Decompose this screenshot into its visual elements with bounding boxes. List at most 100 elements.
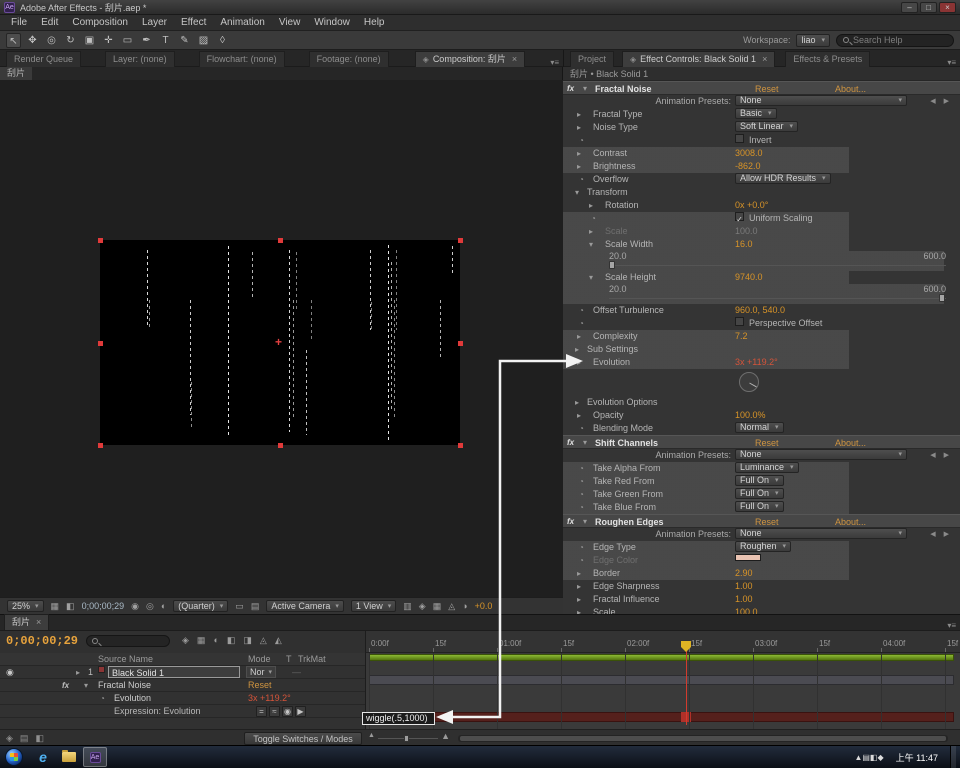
left-tab-footage-none[interactable]: Footage: (none) (309, 51, 389, 67)
expand-in-out-icon[interactable]: ◧ (35, 733, 44, 744)
unified-camera-tool[interactable]: ▣ (82, 33, 97, 48)
region-of-interest-icon[interactable]: ▭ (235, 601, 244, 612)
property-border[interactable]: ▸Border2.90 (563, 567, 960, 580)
tray-language-icon[interactable]: ▤ (862, 753, 870, 762)
value-border[interactable]: 2.90 (735, 567, 753, 580)
brush-tool[interactable]: ✎ (177, 33, 192, 48)
menu-effect[interactable]: Effect (174, 15, 213, 30)
property-noise-type[interactable]: ▸Noise TypeSoft Linear▾ (563, 121, 960, 134)
property-fractal-influence[interactable]: ▸Fractal Influence1.00 (563, 593, 960, 606)
value-contrast[interactable]: 3008.0 (735, 147, 763, 160)
dropdown-noise-type[interactable]: Soft Linear▾ (735, 121, 798, 132)
slider-thumb[interactable] (609, 261, 615, 269)
panel-menu-icon[interactable]: ▾≡ (947, 58, 956, 67)
resolution-dropdown[interactable]: (Quarter)▾ (173, 600, 228, 612)
selection-handle[interactable] (98, 238, 103, 243)
panel-menu-icon[interactable]: ▾≡ (550, 58, 559, 67)
zoom-thumb[interactable] (404, 735, 409, 742)
property-scale[interactable]: ▸Scale100.0 (563, 606, 960, 614)
magnification-dropdown[interactable]: 25%▾ (7, 600, 44, 612)
property-sub-settings[interactable]: ▸Sub Settings (563, 343, 960, 356)
fast-preview-icon[interactable]: ◈ (419, 601, 426, 612)
type-tool[interactable]: T (158, 33, 173, 48)
scrollbar-thumb[interactable] (460, 736, 946, 741)
stopwatch-icon[interactable]: ◔ (100, 692, 105, 705)
fx-icon[interactable]: fx (567, 515, 574, 529)
menu-file[interactable]: File (4, 15, 34, 30)
property-overflow[interactable]: ◔OverflowAllow HDR Results▾ (563, 173, 960, 186)
expression-field[interactable]: wiggle(.5,1000) (362, 712, 435, 725)
twirl-icon[interactable]: ▾ (583, 436, 587, 450)
enable-expression-icon[interactable]: = (256, 706, 267, 717)
anchor-point[interactable]: + (275, 335, 282, 349)
horizontal-scrollbar[interactable] (458, 735, 948, 742)
timeline-graph-area[interactable] (365, 653, 960, 729)
pixel-aspect-correction-icon[interactable]: ▥ (403, 601, 412, 612)
show-snapshot-icon[interactable]: ◎ (146, 601, 154, 612)
dropdown-take-blue-from[interactable]: Full On▾ (735, 501, 784, 512)
comp-flowchart-icon[interactable]: ◬ (448, 601, 455, 612)
tray-network-icon[interactable]: ◆ (877, 753, 883, 762)
value-offset-turbulence[interactable]: 960.0, 540.0 (735, 304, 785, 317)
twirl-icon[interactable]: ▾ (589, 271, 593, 284)
live-update-icon[interactable]: ▦ (197, 635, 206, 646)
reset-button[interactable]: Reset (248, 679, 272, 692)
grid-options-icon[interactable]: ▦ (51, 601, 60, 612)
layer-name[interactable]: Black Solid 1 (108, 666, 240, 678)
twirl-icon[interactable]: ▸ (589, 225, 593, 238)
property-uniform-scaling[interactable]: ◔✓Uniform Scaling (563, 212, 960, 225)
menu-composition[interactable]: Composition (65, 15, 135, 30)
comp-mini-flowchart-icon[interactable]: ◈ (182, 635, 189, 646)
selection-handle[interactable] (458, 238, 463, 243)
comp-name-tab[interactable]: 刮片 (0, 67, 32, 80)
close-icon[interactable]: × (36, 615, 41, 630)
time-ruler[interactable]: 0:00f15f01:00f15f02:00f15f03:00f15f04:00… (365, 631, 960, 653)
property-name[interactable]: Evolution (114, 692, 151, 705)
twirl-icon[interactable]: ▾ (583, 82, 587, 96)
twirl-icon[interactable]: ▸ (577, 147, 581, 160)
close-icon[interactable]: × (512, 52, 517, 67)
column-mode[interactable]: Mode (248, 653, 271, 666)
twirl-icon[interactable]: ▸ (577, 330, 581, 343)
zoom-out-icon[interactable]: ▲ (368, 732, 375, 739)
stopwatch-icon[interactable]: ◔ (579, 501, 584, 514)
search-help-input[interactable]: Search Help (836, 34, 954, 47)
timeline-tab[interactable]: 刮片 × (4, 614, 49, 630)
timeline-button-icon[interactable]: ▦ (433, 601, 442, 612)
property-scale-height[interactable]: ▾Scale Height9740.0 (563, 271, 960, 284)
checkbox-perspective-offset[interactable] (735, 317, 744, 326)
graph-editor-icon[interactable]: ◭ (275, 635, 282, 646)
camera-dropdown[interactable]: Active Camera▾ (266, 600, 344, 612)
expression-menu-icon[interactable]: ▶ (295, 706, 306, 717)
property-complexity[interactable]: ▸Complexity7.2 (563, 330, 960, 343)
dropdown-take-green-from[interactable]: Full On▾ (735, 488, 784, 499)
twirl-icon[interactable]: ▸ (577, 121, 581, 134)
dropdown-take-red-from[interactable]: Full On▾ (735, 475, 784, 486)
hide-shy-layers-icon[interactable]: ◧ (227, 635, 236, 646)
dropdown-edge-type[interactable]: Roughen▾ (735, 541, 791, 552)
value-scale-width[interactable]: 16.0 (735, 238, 753, 251)
left-tab-flowchart-none[interactable]: Flowchart: (none) (199, 51, 285, 67)
timeline-zoom-slider[interactable]: ▲ ▲ (368, 734, 450, 743)
stopwatch-icon[interactable]: ◔ (579, 554, 584, 567)
selection-handle[interactable] (98, 341, 103, 346)
selection-tool[interactable]: ↖ (6, 33, 21, 48)
about-button[interactable]: About... (835, 515, 866, 529)
current-time-field[interactable]: 0;00;00;29 (6, 634, 78, 648)
effect-row-fractal-noise[interactable]: fx ▾ Fractal Noise Reset (0, 679, 365, 692)
preset-nav-arrows[interactable]: ◀ ▶ (930, 95, 952, 108)
layer-mode-dropdown[interactable]: Nor▾ (246, 666, 276, 678)
property-row-evolution[interactable]: ◔ Evolution 3x +119.2° (0, 692, 365, 705)
evolution-dial[interactable] (563, 369, 960, 396)
maximize-button[interactable]: □ (920, 2, 937, 13)
scale-height-slider[interactable]: 20.0600.0 (563, 284, 960, 304)
effect-name[interactable]: Fractal Noise (98, 679, 151, 692)
property-invert[interactable]: ◔Invert (563, 134, 960, 147)
column-trkmat[interactable]: TrkMat (298, 653, 326, 666)
layer-duration-bar[interactable] (369, 675, 954, 685)
pen-tool[interactable]: ✒ (139, 33, 154, 48)
twirl-icon[interactable]: ▸ (577, 108, 581, 121)
clone-stamp-tool[interactable]: ▨ (196, 33, 211, 48)
property-rotation[interactable]: ▸Rotation0x +0.0° (563, 199, 960, 212)
twirl-icon[interactable]: ▸ (577, 606, 581, 614)
